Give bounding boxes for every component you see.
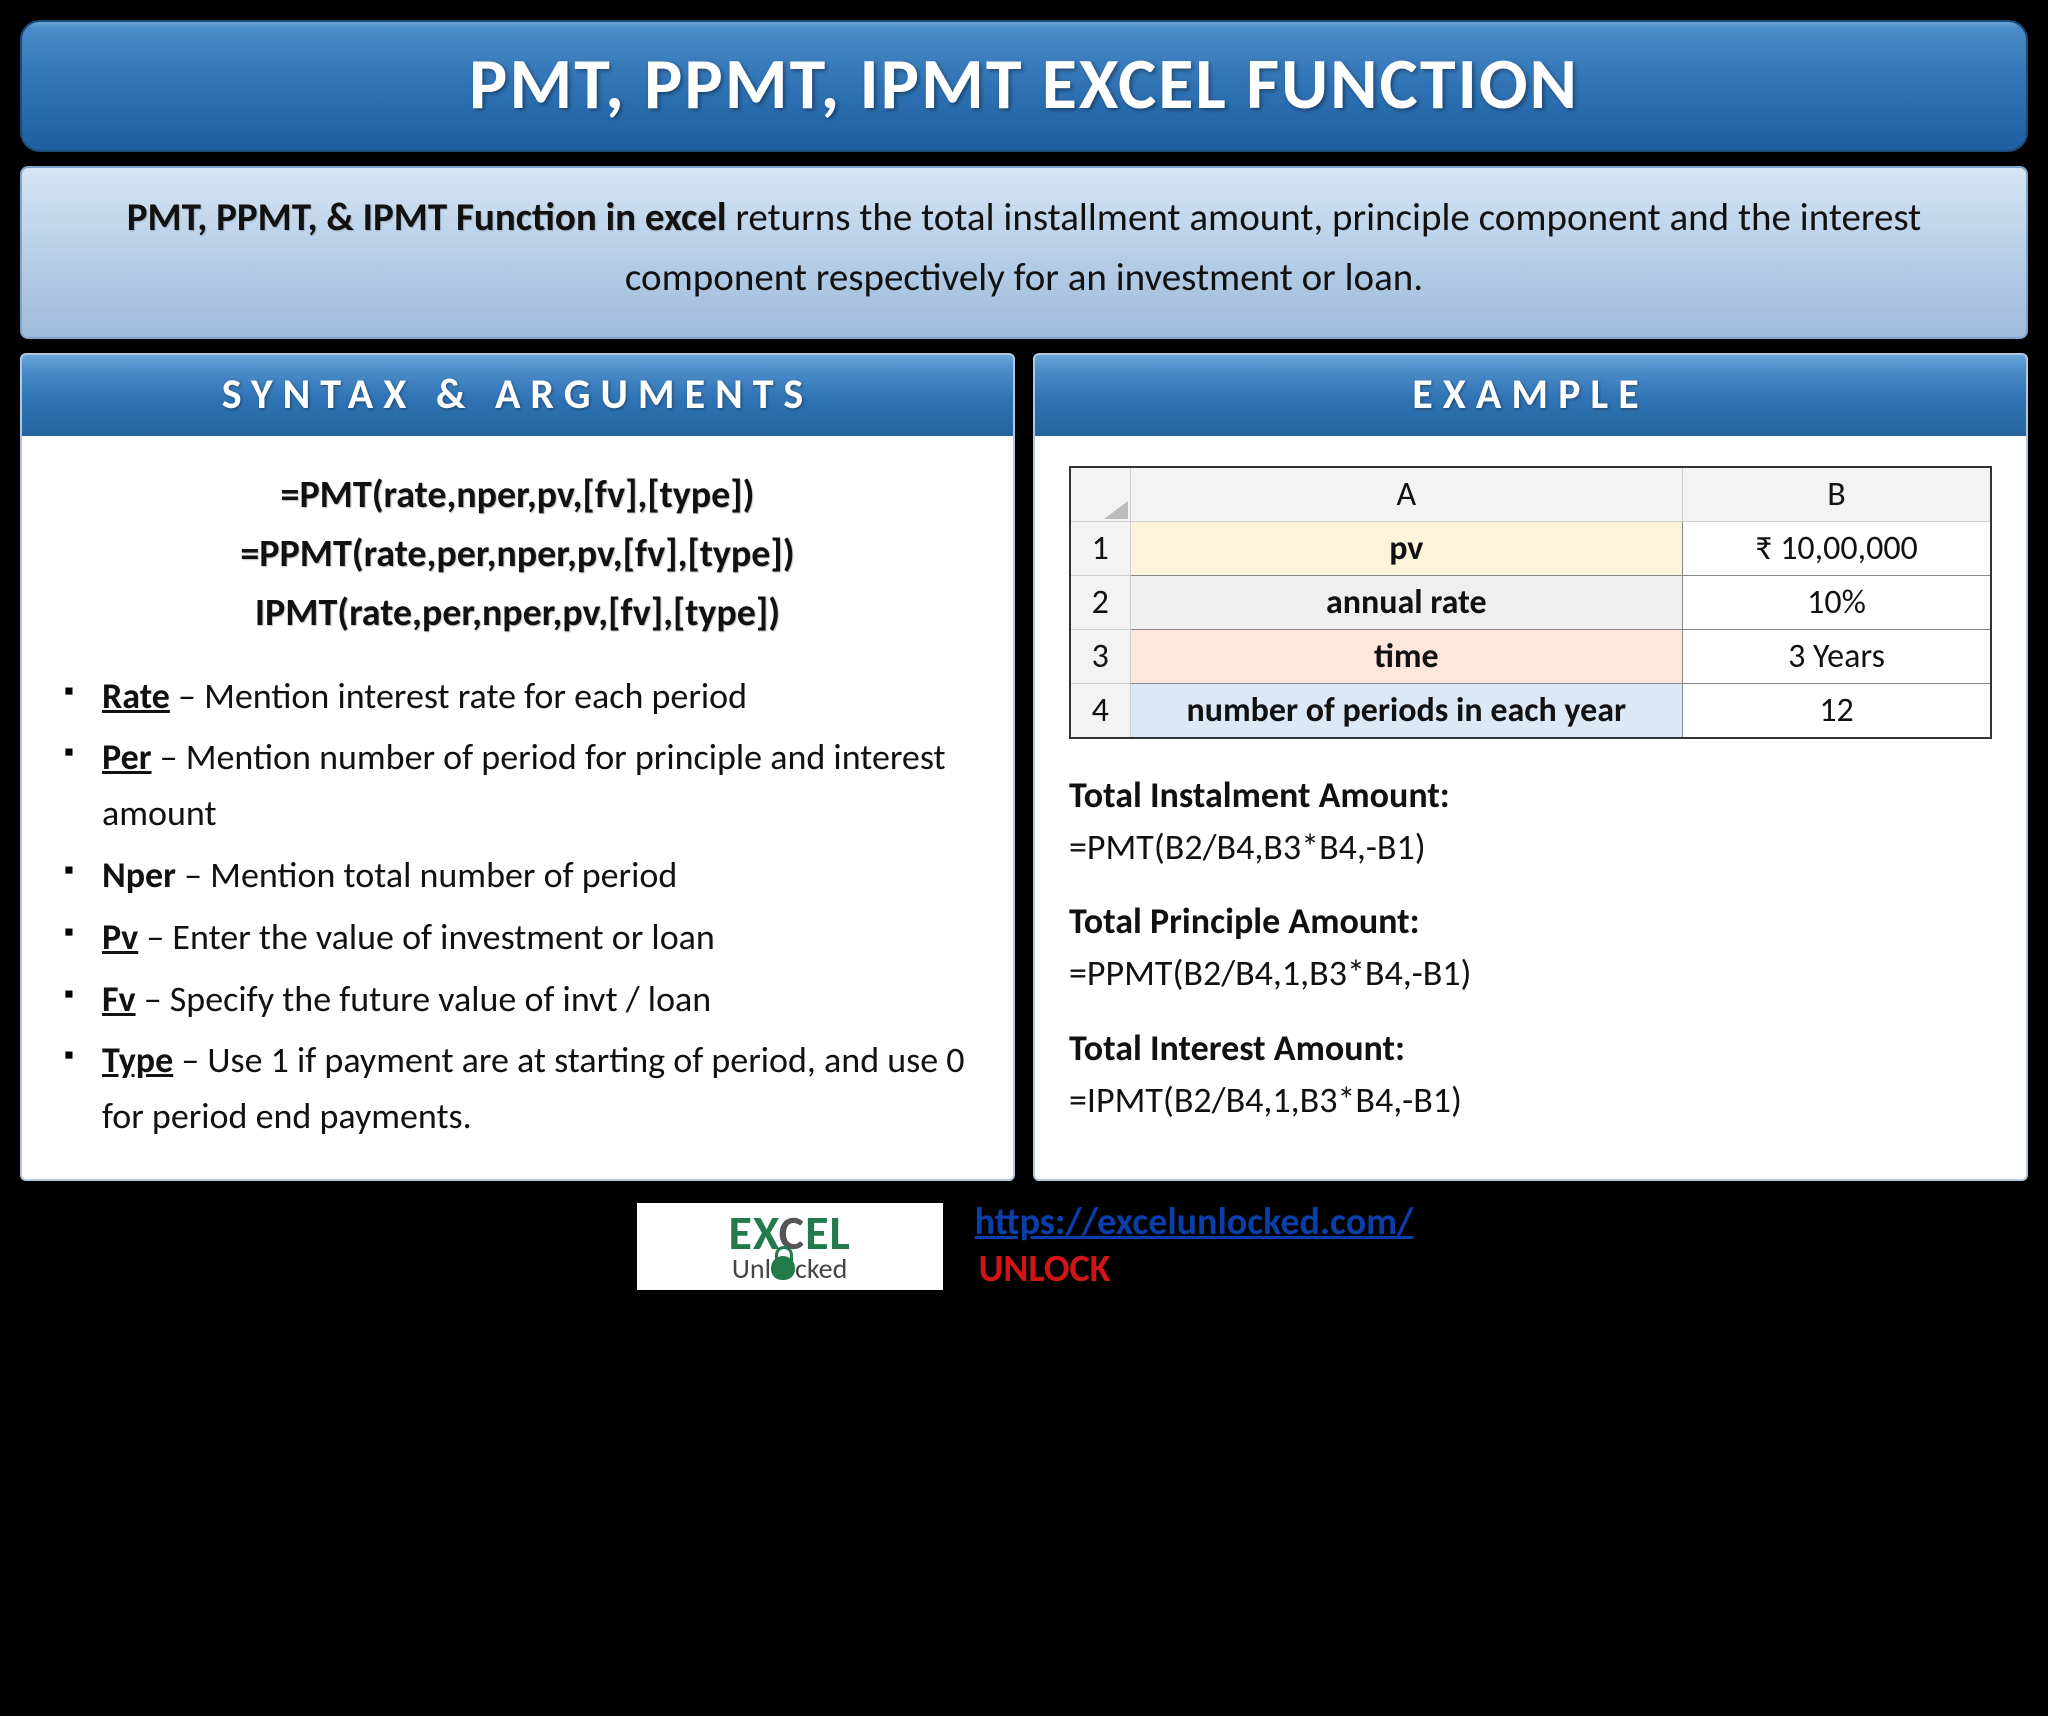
- example-card: EXAMPLE A B 1 pv ₹ 10,00,000 2 annual ra…: [1033, 353, 2028, 1181]
- logo-sub-a: Unl: [732, 1251, 771, 1286]
- subtitle-rest: returns the total installment amount, pr…: [625, 194, 1921, 301]
- cell-a2: annual rate: [1130, 575, 1683, 629]
- footer-unlock: UNLOCK: [979, 1246, 1111, 1292]
- cell-a3: time: [1130, 629, 1683, 683]
- result-pmt-title: Total Instalment Amount:: [1069, 769, 1992, 821]
- rownum-3: 3: [1070, 629, 1130, 683]
- result-pmt: Total Instalment Amount: =PMT(B2/B4,B3*B…: [1069, 769, 1992, 873]
- logo-sub: Unlcked: [655, 1251, 925, 1286]
- arg-name-type: Type: [102, 1038, 173, 1082]
- arg-name-per: Per: [102, 735, 152, 779]
- syntax-line-2: IPMT(rate,per,nper,pv,[fv],[type]): [56, 584, 979, 643]
- result-pmt-formula: =PMT(B2/B4,B3*B4,-B1): [1069, 821, 1992, 873]
- syntax-body: =PMT(rate,nper,pv,[fv],[type]) =PPMT(rat…: [22, 436, 1013, 1179]
- result-ppmt-formula: =PPMT(B2/B4,1,B3*B4,-B1): [1069, 947, 1992, 999]
- subtitle-bold: PMT, PPMT, & IPMT Function in excel: [127, 194, 727, 241]
- rownum-2: 2: [1070, 575, 1130, 629]
- lock-icon: [771, 1256, 795, 1280]
- arg-desc-nper: – Mention total number of period: [176, 853, 677, 897]
- syntax-line-0: =PMT(rate,nper,pv,[fv],[type]): [56, 466, 979, 525]
- arg-name-rate: Rate: [102, 674, 170, 718]
- col-a: A: [1130, 467, 1683, 522]
- arg-desc-type: – Use 1 if payment are at starting of pe…: [102, 1038, 965, 1138]
- arg-desc-pv: – Enter the value of investment or loan: [138, 915, 715, 959]
- col-b: B: [1683, 467, 1991, 522]
- result-ppmt: Total Principle Amount: =PPMT(B2/B4,1,B3…: [1069, 895, 1992, 999]
- cell-b1: ₹ 10,00,000: [1683, 521, 1991, 575]
- example-body: A B 1 pv ₹ 10,00,000 2 annual rate 10% 3…: [1035, 436, 2026, 1176]
- arg-per: Per – Mention number of period for princ…: [56, 730, 979, 842]
- result-ipmt-formula: =IPMT(B2/B4,1,B3*B4,-B1): [1069, 1074, 1992, 1126]
- footer: EXCEL Unlcked https://excelunlocked.com/…: [20, 1199, 2028, 1294]
- footer-links: https://excelunlocked.com/ UNLOCK: [975, 1199, 1414, 1294]
- arg-desc-per: – Mention number of period for principle…: [102, 735, 946, 835]
- footer-url-link[interactable]: https://excelunlocked.com/: [975, 1199, 1414, 1245]
- columns: SYNTAX & ARGUMENTS =PMT(rate,nper,pv,[fv…: [20, 353, 2028, 1181]
- rownum-1: 1: [1070, 521, 1130, 575]
- subtitle-banner: PMT, PPMT, & IPMT Function in excel retu…: [20, 166, 2028, 339]
- cell-b3: 3 Years: [1683, 629, 1991, 683]
- rownum-4: 4: [1070, 683, 1130, 738]
- result-ipmt: Total Interest Amount: =IPMT(B2/B4,1,B3*…: [1069, 1022, 1992, 1126]
- arg-type: Type – Use 1 if payment are at starting …: [56, 1033, 979, 1145]
- syntax-line-1: =PPMT(rate,per,nper,pv,[fv],[type]): [56, 525, 979, 584]
- arg-name-nper: Nper: [102, 853, 176, 897]
- cell-b2: 10%: [1683, 575, 1991, 629]
- syntax-card: SYNTAX & ARGUMENTS =PMT(rate,nper,pv,[fv…: [20, 353, 1015, 1181]
- cell-a1: pv: [1130, 521, 1683, 575]
- arg-nper: Nper – Mention total number of period: [56, 848, 979, 904]
- result-ppmt-title: Total Principle Amount:: [1069, 895, 1992, 947]
- cell-a4: number of periods in each year: [1130, 683, 1683, 738]
- arg-desc-rate: – Mention interest rate for each period: [170, 674, 747, 718]
- arg-fv: Fv – Specify the future value of invt / …: [56, 972, 979, 1028]
- cell-b4: 12: [1683, 683, 1991, 738]
- arg-pv: Pv – Enter the value of investment or lo…: [56, 910, 979, 966]
- arg-rate: Rate – Mention interest rate for each pe…: [56, 669, 979, 725]
- logo-sub-b: cked: [795, 1251, 847, 1286]
- syntax-lines: =PMT(rate,nper,pv,[fv],[type]) =PPMT(rat…: [56, 466, 979, 643]
- logo: EXCEL Unlcked: [635, 1201, 945, 1291]
- arg-list: Rate – Mention interest rate for each pe…: [56, 669, 979, 1145]
- arg-desc-fv: – Specify the future value of invt / loa…: [136, 977, 712, 1021]
- example-header: EXAMPLE: [1035, 355, 2026, 436]
- title-banner: PMT, PPMT, IPMT EXCEL FUNCTION: [20, 20, 2028, 152]
- syntax-header: SYNTAX & ARGUMENTS: [22, 355, 1013, 436]
- table-corner: [1070, 467, 1130, 522]
- arg-name-pv: Pv: [102, 915, 138, 959]
- result-ipmt-title: Total Interest Amount:: [1069, 1022, 1992, 1074]
- arg-name-fv: Fv: [102, 977, 136, 1021]
- example-table: A B 1 pv ₹ 10,00,000 2 annual rate 10% 3…: [1069, 466, 1992, 739]
- example-results: Total Instalment Amount: =PMT(B2/B4,B3*B…: [1069, 769, 1992, 1126]
